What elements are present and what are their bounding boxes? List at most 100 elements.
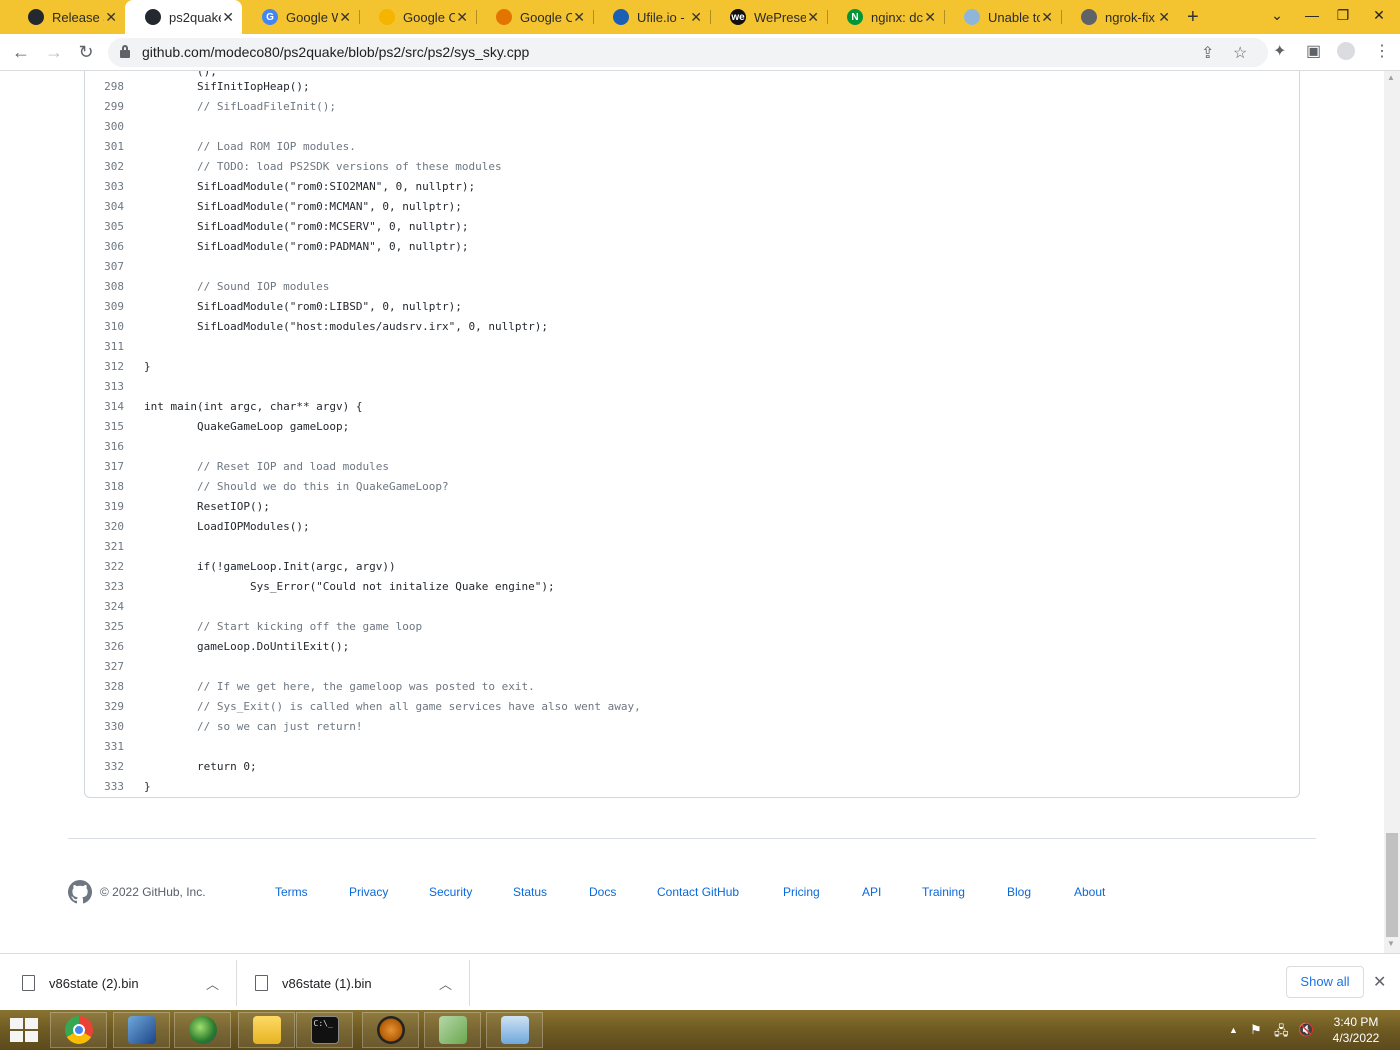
line-number[interactable]: 317 xyxy=(84,457,124,477)
footer-link[interactable]: Status xyxy=(513,885,547,899)
tab-close-icon[interactable]: ✕ xyxy=(924,9,936,26)
footer-link[interactable]: Security xyxy=(429,885,472,899)
browser-tab[interactable]: Ufile.io - ✕ xyxy=(593,0,710,34)
taskbar-control-panel[interactable] xyxy=(486,1012,543,1048)
line-number[interactable]: 310 xyxy=(84,317,124,337)
windows-start-icon[interactable] xyxy=(10,1018,38,1042)
taskbar-globe-app[interactable] xyxy=(174,1012,231,1048)
line-number[interactable]: 309 xyxy=(84,297,124,317)
line-number[interactable]: 324 xyxy=(84,597,124,617)
tray-expand-icon[interactable]: ▲ xyxy=(1229,1025,1238,1035)
line-number[interactable]: 308 xyxy=(84,277,124,297)
line-number[interactable]: 305 xyxy=(84,217,124,237)
line-number[interactable]: 322 xyxy=(84,557,124,577)
network-tray-icon[interactable]: 🖧 xyxy=(1274,1022,1289,1044)
line-number[interactable]: 333 xyxy=(84,777,124,797)
side-panel-icon[interactable]: ▣ xyxy=(1306,41,1321,61)
tab-search-chevron-icon[interactable]: ⌄ xyxy=(1262,0,1292,30)
reload-icon[interactable]: ↻ xyxy=(75,41,97,63)
line-number[interactable]: 329 xyxy=(84,697,124,717)
show-all-button[interactable]: Show all xyxy=(1286,966,1364,998)
line-number[interactable]: 328 xyxy=(84,677,124,697)
line-number[interactable]: 316 xyxy=(84,437,124,457)
download-item[interactable]: v86state (2).bin ︿ xyxy=(22,960,232,1006)
browser-tab[interactable]: ps2quake ✕ xyxy=(125,0,242,34)
download-item[interactable]: v86state (1).bin ︿ xyxy=(255,960,465,1006)
tab-close-icon[interactable]: ✕ xyxy=(105,9,117,26)
tab-close-icon[interactable]: ✕ xyxy=(690,9,702,26)
taskbar-notepad-plus[interactable] xyxy=(424,1012,481,1048)
line-number[interactable]: 323 xyxy=(84,577,124,597)
tab-close-icon[interactable]: ✕ xyxy=(456,9,468,26)
line-number[interactable]: 307 xyxy=(84,257,124,277)
url-text[interactable]: github.com/modeco80/ps2quake/blob/ps2/sr… xyxy=(142,44,529,60)
close-icon[interactable]: ✕ xyxy=(1373,972,1386,992)
footer-link[interactable]: About xyxy=(1074,885,1105,899)
taskbar-chrome[interactable] xyxy=(50,1012,107,1048)
scroll-down-arrow-icon[interactable]: ▼ xyxy=(1387,939,1395,948)
browser-tab[interactable]: G Google W ✕ xyxy=(242,0,359,34)
taskbar-quake[interactable] xyxy=(362,1012,419,1048)
browser-tab[interactable]: Google C ✕ xyxy=(359,0,476,34)
page-scrollbar[interactable]: ▲ ▼ xyxy=(1384,71,1400,953)
line-number[interactable]: 301 xyxy=(84,137,124,157)
chevron-up-icon[interactable]: ︿ xyxy=(206,974,219,993)
line-number[interactable]: 319 xyxy=(84,497,124,517)
tab-close-icon[interactable]: ✕ xyxy=(339,9,351,26)
line-number[interactable]: 320 xyxy=(84,517,124,537)
footer-link[interactable]: Blog xyxy=(1007,885,1031,899)
menu-kebab-icon[interactable]: ⋮ xyxy=(1374,41,1390,61)
line-number[interactable]: 313 xyxy=(84,377,124,397)
line-number[interactable]: 299 xyxy=(84,97,124,117)
maximize-icon[interactable]: ❐ xyxy=(1328,0,1358,30)
close-window-icon[interactable]: ✕ xyxy=(1364,0,1394,30)
action-center-icon[interactable]: ⚑ xyxy=(1250,1022,1262,1038)
extensions-icon[interactable]: ✦ xyxy=(1273,41,1286,61)
line-number[interactable]: 321 xyxy=(84,537,124,557)
line-number[interactable]: 306 xyxy=(84,237,124,257)
tab-close-icon[interactable]: ✕ xyxy=(807,9,819,26)
footer-link[interactable]: Pricing xyxy=(783,885,820,899)
tab-close-icon[interactable]: ✕ xyxy=(1041,9,1053,26)
github-logo-icon[interactable] xyxy=(68,880,92,904)
footer-link[interactable]: Terms xyxy=(275,885,308,899)
browser-tab[interactable]: Nnginx: dc ✕ xyxy=(827,0,944,34)
line-number[interactable]: 314 xyxy=(84,397,124,417)
tab-close-icon[interactable]: ✕ xyxy=(222,9,234,26)
bookmark-star-icon[interactable]: ☆ xyxy=(1233,43,1247,63)
tab-close-icon[interactable]: ✕ xyxy=(573,9,585,26)
browser-tab[interactable]: we WePresen✕ xyxy=(710,0,827,34)
line-number[interactable]: 332 xyxy=(84,757,124,777)
line-number[interactable]: 326 xyxy=(84,637,124,657)
new-tab-plus-icon[interactable]: + xyxy=(1187,6,1199,29)
forward-arrow-icon[interactable]: → xyxy=(43,41,65,63)
line-number[interactable]: 312 xyxy=(84,357,124,377)
line-number[interactable]: 318 xyxy=(84,477,124,497)
line-number[interactable]: 331 xyxy=(84,737,124,757)
browser-tab[interactable]: ngrok-fix ✕ xyxy=(1061,0,1178,34)
minimize-icon[interactable]: — xyxy=(1297,0,1327,30)
taskbar-cmd[interactable]: C:\_ xyxy=(296,1012,353,1048)
scroll-up-arrow-icon[interactable]: ▲ xyxy=(1387,73,1395,82)
line-number[interactable]: 298 xyxy=(84,77,124,97)
back-arrow-icon[interactable]: ← xyxy=(10,41,32,63)
footer-link[interactable]: Contact GitHub xyxy=(657,885,739,899)
line-number[interactable]: 325 xyxy=(84,617,124,637)
line-number[interactable]: 302 xyxy=(84,157,124,177)
chevron-up-icon[interactable]: ︿ xyxy=(439,974,452,993)
tab-close-icon[interactable]: ✕ xyxy=(1158,9,1170,26)
scrollbar-thumb[interactable] xyxy=(1386,833,1398,937)
line-number[interactable]: 315 xyxy=(84,417,124,437)
line-number[interactable]: 300 xyxy=(84,117,124,137)
footer-link[interactable]: API xyxy=(862,885,881,899)
line-number[interactable]: 330 xyxy=(84,717,124,737)
share-icon[interactable]: ⇪ xyxy=(1201,43,1214,63)
profile-avatar-icon[interactable] xyxy=(1337,42,1355,60)
footer-link[interactable]: Docs xyxy=(589,885,616,899)
system-clock[interactable]: 3:40 PM 4/3/2022 xyxy=(1318,1014,1394,1046)
footer-link[interactable]: Privacy xyxy=(349,885,388,899)
line-number[interactable]: 311 xyxy=(84,337,124,357)
line-number[interactable]: 327 xyxy=(84,657,124,677)
footer-link[interactable]: Training xyxy=(922,885,965,899)
volume-muted-icon[interactable]: 🔇 xyxy=(1298,1022,1314,1038)
